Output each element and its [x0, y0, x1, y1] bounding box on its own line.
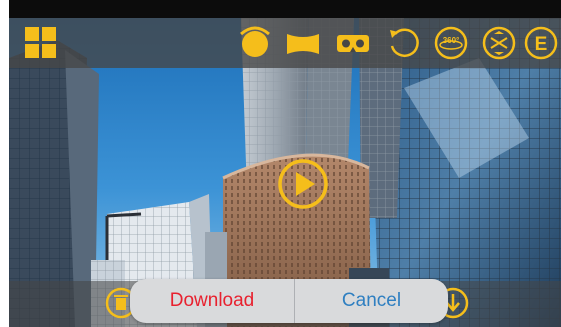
vr-goggles-icon[interactable] — [335, 24, 371, 62]
grid-icon[interactable] — [23, 24, 59, 62]
tilt-icon[interactable] — [481, 24, 517, 62]
download-button[interactable]: Download — [130, 279, 294, 323]
panorama-icon[interactable] — [285, 24, 321, 62]
svg-text:E: E — [535, 34, 548, 55]
e-mode-icon[interactable]: E — [523, 24, 559, 62]
little-planet-icon[interactable] — [237, 24, 273, 62]
svg-text:360°: 360° — [443, 36, 460, 45]
view-360-icon[interactable]: 360° — [433, 24, 469, 62]
download-dialog: Download Cancel — [130, 279, 448, 323]
top-toolbar: 360° E — [9, 18, 561, 68]
cancel-button[interactable]: Cancel — [295, 279, 448, 323]
play-icon[interactable] — [277, 158, 329, 210]
status-strip — [9, 0, 561, 18]
rotate-icon[interactable] — [386, 24, 422, 62]
app-window: 360° E Download Cancel — [9, 0, 561, 327]
